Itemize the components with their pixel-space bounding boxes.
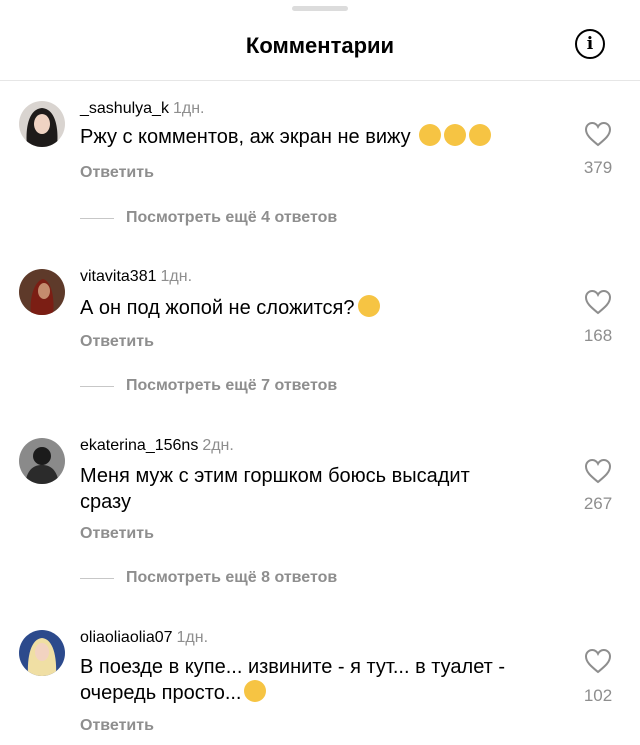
username[interactable]: _sashulya_k	[80, 100, 169, 117]
reply-button[interactable]: Ответить	[80, 525, 154, 543]
username[interactable]: oliaoliaolia07	[80, 629, 173, 646]
comment-text: В поезде в купе... извините - я тут... в…	[80, 654, 550, 706]
avatar[interactable]	[19, 630, 65, 676]
like-count: 168	[583, 326, 613, 345]
avatar[interactable]	[19, 101, 65, 147]
page-title: Комментарии	[245, 33, 395, 58]
like-count: 267	[583, 494, 613, 513]
like-count: 102	[583, 686, 613, 705]
heart-icon[interactable]	[583, 120, 613, 148]
divider	[80, 218, 114, 219]
comment-text: А он под жопой не сложится?	[80, 295, 550, 321]
divider	[80, 578, 114, 579]
comment-text-content: В поезде в купе... извините - я тут... в…	[80, 656, 506, 704]
avatar[interactable]	[19, 269, 65, 315]
view-more-replies-label: Посмотреть ещё 7 ответов	[126, 377, 338, 394]
heart-icon[interactable]	[583, 457, 613, 485]
laughing-emoji-icon	[244, 680, 267, 702]
comment-time: 1дн.	[160, 268, 193, 285]
comments-header: Комментарии i	[0, 0, 640, 81]
comment-meta: ekaterina_156ns 2дн.	[80, 437, 234, 455]
username[interactable]: ekaterina_156ns	[80, 437, 198, 454]
laughing-emoji-icon	[357, 295, 380, 317]
heart-icon[interactable]	[583, 288, 613, 316]
divider	[80, 386, 114, 387]
comment-text: Ржу с комментов, аж экран не вижу	[80, 124, 550, 150]
comment-meta: vitavita381 1дн.	[80, 268, 192, 286]
comment-text-content: А он под жопой не сложится?	[80, 297, 355, 319]
laughing-emoji-icon	[469, 124, 492, 146]
like-count: 379	[583, 158, 613, 177]
avatar[interactable]	[19, 438, 65, 484]
comment-time: 1дн.	[172, 100, 205, 117]
comment-time: 1дн.	[176, 629, 209, 646]
reply-button[interactable]: Ответить	[80, 333, 154, 351]
laughing-emoji-icon	[419, 124, 442, 146]
view-more-replies-label: Посмотреть ещё 8 ответов	[126, 569, 338, 586]
comment-meta: oliaoliaolia07 1дн.	[80, 629, 208, 647]
info-icon[interactable]: i	[575, 29, 605, 59]
comment-meta: _sashulya_k 1дн.	[80, 100, 204, 118]
comment-text: Меня муж с этим горшком боюсь высадит ср…	[80, 465, 470, 513]
reply-button[interactable]: Ответить	[80, 717, 154, 735]
username[interactable]: vitavita381	[80, 268, 157, 285]
comment-time: 2дн.	[202, 437, 234, 454]
laughing-emoji-icon	[444, 124, 467, 146]
view-more-replies-label: Посмотреть ещё 4 ответов	[126, 209, 338, 226]
comment-text-content: Ржу с комментов, аж экран не вижу	[80, 126, 411, 148]
heart-icon[interactable]	[583, 647, 613, 675]
reply-button[interactable]: Ответить	[80, 164, 154, 182]
